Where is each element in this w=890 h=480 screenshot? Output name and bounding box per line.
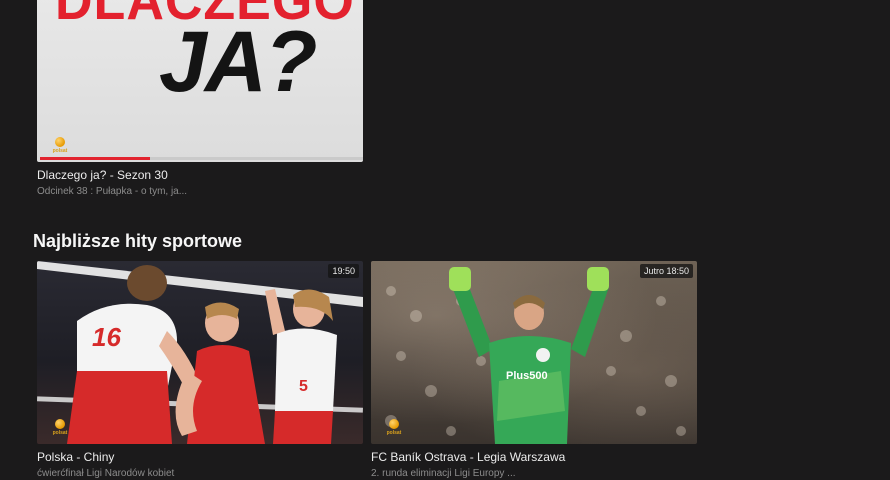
goalkeeper-image: Plus500 [371,261,697,444]
sport-card-football[interactable]: Plus500 Jutro 18:50 polsat FC Baník Ostr… [371,261,697,479]
sport-card-volleyball[interactable]: 16 5 19:50 polsat Polska - Chiny ćwierćf… [37,261,363,479]
goalkeeper-illustration: Plus500 [385,267,686,444]
polsat-logo-icon: polsat [49,137,71,154]
card-title[interactable]: Polska - Chiny [37,450,363,464]
artwork-title-line2: JA? [159,14,317,110]
section-title: Najbliższe hity sportowe [33,231,243,251]
jersey-sponsor-text: Plus500 [506,370,548,382]
svg-text:16: 16 [92,322,121,352]
svg-text:5: 5 [299,378,308,395]
card-thumbnail[interactable]: Plus500 Jutro 18:50 polsat [371,261,697,444]
card-thumbnail[interactable]: DLACZEGO JA? polsat [37,0,363,162]
card-subtitle: ćwierćfinał Ligi Narodów kobiet [37,468,175,479]
watch-progress-fill [40,157,150,160]
card-title[interactable]: Dlaczego ja? - Sezon 30 [37,168,363,182]
card-title[interactable]: FC Baník Ostrava - Legia Warszawa [371,450,697,464]
watch-progress-bar [40,157,363,160]
show-artwork: DLACZEGO JA? [37,0,363,162]
start-time-badge: 19:50 [328,264,359,278]
card-subtitle: Odcinek 38 : Pułapka - o tym, ja... [37,186,188,197]
polsat-logo-icon: polsat [383,419,405,436]
volleyball-image: 16 5 [37,261,363,444]
start-time-badge: Jutro 18:50 [639,264,693,278]
card-subtitle: 2. runda eliminacji Ligi Europy ... [371,468,516,479]
volleyball-players-illustration: 16 5 [37,261,363,444]
continue-watching-card[interactable]: DLACZEGO JA? polsat Dlaczego ja? - Sezon… [37,0,363,197]
polsat-logo-icon: polsat [49,419,71,436]
card-thumbnail[interactable]: 16 5 19:50 polsat [37,261,363,444]
